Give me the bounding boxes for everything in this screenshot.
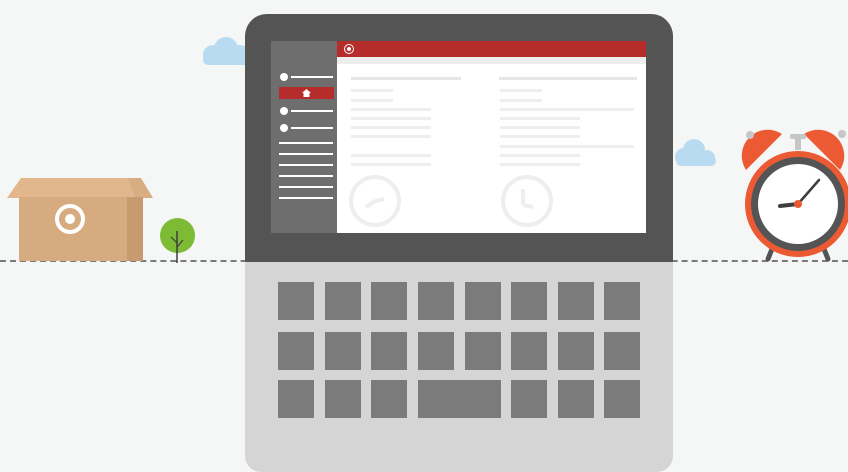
gauge-icon [349, 175, 401, 227]
keyboard-key[interactable] [465, 282, 501, 320]
keyboard-key[interactable] [511, 380, 547, 418]
sidebar-item[interactable] [280, 124, 334, 132]
text-placeholder [500, 89, 542, 92]
target-logo-icon [55, 204, 85, 234]
keyboard-key[interactable] [511, 332, 547, 370]
text-placeholder [351, 154, 431, 157]
home-icon [302, 89, 311, 97]
keyboard-key[interactable] [558, 282, 594, 320]
text-placeholder [351, 89, 393, 92]
text-placeholder [500, 145, 634, 148]
tree-trunk [170, 231, 184, 263]
keyboard-spacebar[interactable] [418, 380, 501, 418]
keyboard-key[interactable] [278, 332, 314, 370]
clock-icon [501, 175, 553, 227]
text-placeholder [500, 154, 580, 157]
keyboard-key[interactable] [418, 332, 454, 370]
sidebar-item-home[interactable] [279, 87, 334, 99]
sidebar-line[interactable] [279, 186, 333, 188]
keyboard-key[interactable] [278, 380, 314, 418]
text-placeholder [499, 77, 637, 80]
sidebar-line[interactable] [279, 142, 333, 144]
alarm-clock-icon [741, 129, 848, 262]
keyboard-key[interactable] [604, 332, 640, 370]
keyboard-key[interactable] [278, 282, 314, 320]
keyboard-key[interactable] [558, 332, 594, 370]
keyboard-key[interactable] [511, 282, 547, 320]
keyboard-key[interactable] [371, 282, 407, 320]
app-subheader [337, 57, 646, 64]
keyboard-key[interactable] [371, 332, 407, 370]
app-header [337, 41, 646, 57]
keyboard-key[interactable] [371, 380, 407, 418]
keyboard-key[interactable] [604, 380, 640, 418]
box-side [127, 197, 143, 261]
sidebar-line[interactable] [279, 197, 333, 199]
keyboard-key[interactable] [604, 282, 640, 320]
text-placeholder [500, 117, 580, 120]
text-placeholder [351, 77, 461, 80]
sidebar-line[interactable] [279, 164, 333, 166]
app-sidebar [271, 41, 337, 233]
text-placeholder [500, 108, 634, 111]
keyboard-key[interactable] [558, 380, 594, 418]
text-placeholder [351, 108, 431, 111]
text-placeholder [500, 163, 580, 166]
text-placeholder [351, 99, 393, 102]
laptop-screen [271, 41, 646, 233]
text-placeholder [351, 117, 431, 120]
text-placeholder [500, 126, 580, 129]
cloud-icon [675, 139, 716, 166]
text-placeholder [351, 126, 431, 129]
keyboard-key[interactable] [325, 282, 361, 320]
text-placeholder [351, 135, 431, 138]
text-placeholder [500, 99, 542, 102]
text-placeholder [500, 135, 580, 138]
sidebar-line[interactable] [279, 175, 333, 177]
sidebar-item[interactable] [280, 107, 334, 115]
keyboard-key[interactable] [325, 380, 361, 418]
text-placeholder [351, 163, 431, 166]
sidebar-item[interactable] [280, 73, 334, 81]
keyboard-key[interactable] [418, 282, 454, 320]
sidebar-line[interactable] [279, 153, 333, 155]
keyboard-key[interactable] [465, 332, 501, 370]
keyboard-key[interactable] [325, 332, 361, 370]
target-logo-icon[interactable] [344, 44, 354, 54]
